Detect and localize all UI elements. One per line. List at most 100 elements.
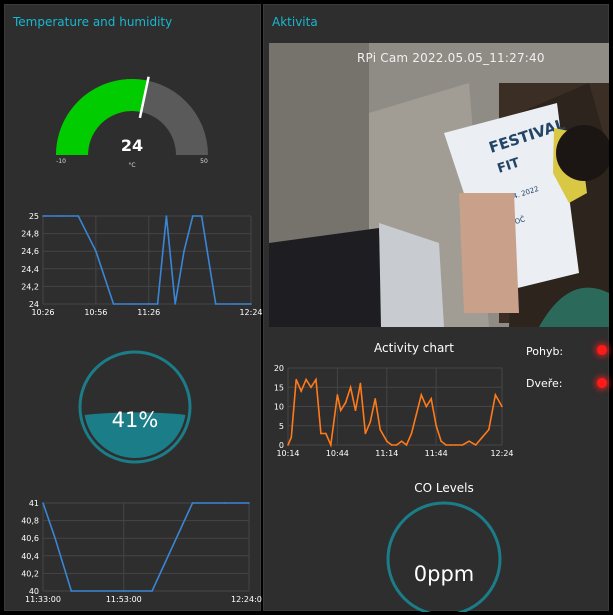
co-gauge: 0ppm [386,501,502,612]
data-point [359,382,362,385]
camera-image: FESTIVAL FIT 31. 4. 2022 SVOČ [269,43,609,327]
series-line [43,215,251,305]
series-line [287,377,503,449]
data-point [300,390,302,392]
y-tick-label: 25 [29,212,39,221]
data-point [349,386,352,389]
data-point [248,502,250,504]
y-tick-label: 24,8 [21,230,39,239]
data-point [339,409,342,412]
data-point [70,590,73,592]
data-point [400,440,403,442]
gauge-value: 24 [121,136,143,155]
data-point [77,215,80,217]
data-point [395,444,398,446]
data-point [405,444,408,446]
data-point [468,440,470,442]
data-point [320,432,322,435]
data-point [354,409,357,412]
data-point [54,537,56,539]
data-point [59,215,62,217]
data-point [374,398,377,400]
activity-chart: 2015105010:14 10:44 11:14 11:44 12:24 [274,364,514,458]
x-tick-label: 12:24 [490,449,513,458]
x-tick-label: 11:33:00 [25,595,61,604]
x-tick-label: 12:24:00 [231,595,262,604]
data-point [192,215,194,217]
x-tick-label: 12:24 [239,308,262,317]
temperature-humidity-panel: Temperature and humidity 24 °C -10 50 25… [4,4,262,611]
motion-label: Pohyb: [526,345,564,358]
data-point [369,421,372,423]
y-tick-label: 41 [29,499,39,508]
data-point [455,444,457,446]
y-tick-label: 24,4 [21,265,39,274]
door-indicator [597,378,607,388]
x-tick-label: 10:44 [326,449,349,458]
x-tick-label: 10:26 [31,308,54,317]
data-point [435,424,437,427]
gauge-max: 50 [200,158,208,165]
data-point [250,303,252,305]
data-point [122,590,125,592]
data-point [325,432,327,435]
data-point [174,303,177,305]
data-point [295,378,298,381]
y-tick-label: 40,6 [21,534,39,543]
y-tick-label: 40,8 [21,517,39,526]
y-tick-label: 5 [279,422,284,431]
data-point [364,432,367,435]
x-tick-label: 10:14 [276,449,299,458]
data-point [232,303,235,305]
data-point [290,436,293,439]
camera-timestamp: RPi Cam 2022.05.05_11:27:40 [357,51,545,65]
data-point [450,444,452,446]
x-tick-label: 11:53:00 [106,595,142,604]
y-tick-label: 20 [274,364,284,373]
data-point [151,590,153,592]
data-point [305,378,307,381]
data-point [200,215,203,217]
y-tick-label: 10 [274,403,284,412]
data-point [165,215,168,217]
data-point [474,444,477,446]
temperature-chart: 2524,824,624,424,22410:26 10:56 11:26 12:24 [21,212,262,317]
data-point [415,413,418,415]
panel-title: Aktivita [272,15,318,29]
motion-indicator [597,345,607,355]
data-point [42,502,44,504]
gauge-min: -10 [56,158,66,165]
humidity-gauge: 41% [78,350,192,464]
data-point [147,303,150,305]
data-point [461,444,464,446]
data-point [310,386,312,389]
data-point [390,444,393,446]
data-point [112,303,115,305]
gauge-unit: °C [128,162,135,169]
data-point [156,303,159,305]
data-point [287,444,289,446]
x-tick-label: 10:56 [84,308,107,317]
activity-chart-title: Activity chart [374,341,454,355]
humidity-chart: 4140,840,640,440,24011:33:00 11:53:00 12:2… [21,499,262,604]
y-tick-label: 15 [274,383,284,392]
y-tick-label: 40,4 [21,552,39,561]
data-point [445,444,447,446]
y-tick-label: 40,2 [21,569,39,578]
panel-title: Temperature and humidity [13,15,173,29]
data-point [42,215,44,217]
data-point [315,378,317,381]
data-point [130,303,132,305]
data-point [425,405,428,408]
data-point [336,394,339,396]
data-point [191,502,194,504]
series-line [42,502,249,592]
data-point [420,394,423,396]
x-tick-label: 11:26 [137,308,160,317]
data-point [385,440,388,442]
data-point [488,428,490,431]
humidity-value: 41% [112,408,159,432]
temperature-gauge: 24 °C -10 50 [56,76,208,169]
activity-panel: Aktivita FESTIVAL FIT 31. 4. 2022 SVOČ R… [263,4,609,612]
y-tick-label: 24,6 [21,247,39,256]
